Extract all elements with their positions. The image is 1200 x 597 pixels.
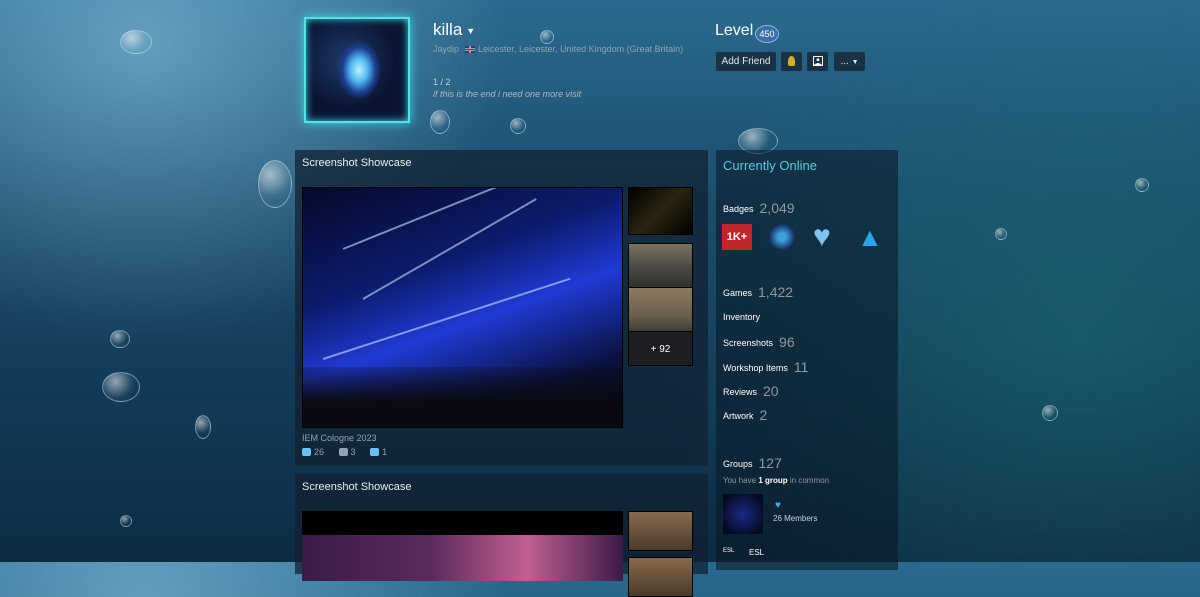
award-icon [788,56,795,66]
badges-label: Badges [723,204,754,214]
more-options-button[interactable]: ... ▼ [834,52,865,71]
artwork-label: Artwork [723,411,754,421]
persona-name-text: killa [433,20,463,39]
reviews-label: Reviews [723,387,758,397]
showcase-title: Screenshot Showcase [302,157,412,169]
workshop-label: Workshop Items [723,363,788,373]
view-avatar-button[interactable] [807,52,828,71]
showcase-title: Screenshot Showcase [302,481,412,493]
water-drop [110,330,130,348]
inventory-link[interactable]: Inventory [723,312,760,322]
badges-link[interactable]: Badges 2,049 [723,200,795,216]
badge-triangle-icon[interactable] [857,224,887,250]
groups-label: Groups [723,459,753,469]
screenshot-thumbnail[interactable] [628,243,693,291]
group-members: 26 Members [773,514,818,523]
games-label: Games [723,288,753,298]
heart-icon: ♥ [775,500,781,511]
real-name-location: Jaydip Leicester, Leicester, United Kingd… [433,44,683,54]
likes-count: 26 [314,447,325,457]
badges-count: 2,049 [759,200,795,216]
screenshot-showcase-2: Screenshot Showcase [295,474,708,597]
main-screenshot[interactable] [302,511,623,581]
screenshot-caption: IEM Cologne 2023 [302,433,377,443]
main-screenshot[interactable] [302,187,623,428]
group-name[interactable]: ESL [749,548,764,557]
screenshot-thumbnail[interactable] [628,287,693,335]
screenshot-thumbnail[interactable] [628,187,693,235]
light-beam [362,198,537,300]
badge-1k-icon[interactable]: 1K+ [722,224,752,250]
awards[interactable]: 1 [370,447,393,457]
artwork-link[interactable]: Artwork 2 [723,407,767,423]
comment-icon [338,448,348,456]
level-badge[interactable]: 450 [755,25,779,43]
profile-sidebar: Currently Online Badges 2,049 1K+ Games 1,… [716,150,898,570]
screenshots-count: 96 [779,334,795,350]
common-suffix: in common [789,476,830,485]
screenshot-thumbnail[interactable] [628,557,693,597]
water-drop [1042,405,1058,421]
common-count: 1 group [758,476,788,485]
water-drop [510,118,526,134]
water-drop [102,372,140,402]
screenshot-thumbnail[interactable] [628,511,693,551]
groups-in-common: You have 1 group in common [723,476,829,485]
workshop-link[interactable]: Workshop Items 11 [723,359,808,375]
screenshot-stats: 26 3 1 [302,447,399,457]
more-screenshots-button[interactable]: + 92 [628,331,693,366]
water-drop [430,110,450,134]
games-count: 1,422 [758,284,794,300]
group-avatar[interactable] [723,494,763,534]
common-prefix: You have [723,476,757,485]
screenshots-label: Screenshots [723,338,774,348]
artwork-count: 2 [759,407,768,423]
water-drop [258,160,292,208]
games-link[interactable]: Games 1,422 [723,284,793,300]
water-drop [120,30,152,54]
badge-heart-icon[interactable] [813,224,843,250]
water-drop [540,30,554,44]
profile-avatar[interactable] [304,17,410,123]
water-drop [995,228,1007,240]
reviews-link[interactable]: Reviews 20 [723,383,779,399]
persona-name[interactable]: killa ▼ [433,20,475,40]
location: Leicester, Leicester, United Kingdom (Gr… [478,44,684,54]
screenshot-showcase: Screenshot Showcase + 92 IEM Cologne 202… [295,150,708,466]
chevron-down-icon[interactable]: ▼ [466,26,475,36]
awards-count: 1 [382,447,388,457]
level-label: Level [715,22,754,39]
comments[interactable]: 3 [338,447,362,457]
more-label: ... [840,56,849,67]
award-button[interactable] [781,52,802,71]
water-drop [1135,178,1149,192]
real-name: Jaydip [433,44,460,54]
groups-link[interactable]: Groups 127 [723,455,782,471]
comments-count: 3 [350,447,356,457]
light-beam [322,277,571,360]
reviews-count: 20 [763,383,779,399]
light-beam [342,188,548,250]
water-drop [120,515,132,527]
profile-summary: if this is the end i need one more visit [433,89,582,99]
online-status: Currently Online [723,158,817,173]
badge-emblem-icon[interactable] [768,224,796,250]
groups-count: 127 [758,455,782,471]
user-icon [812,56,823,66]
chevron-down-icon: ▼ [851,59,859,66]
screenshots-link[interactable]: Screenshots 96 [723,334,795,350]
summary-counter: 1 / 2 [433,77,451,87]
uk-flag-icon [465,46,476,53]
workshop-count: 11 [793,359,809,375]
inventory-label: Inventory [723,312,761,322]
thumbs-up-icon [302,448,311,456]
award-icon [370,448,380,456]
esl-logo-icon: ESL [723,548,735,554]
water-drop [195,415,211,439]
likes[interactable]: 26 [302,447,330,457]
add-friend-button[interactable]: Add Friend [716,52,776,71]
crowd-silhouette [303,367,622,427]
